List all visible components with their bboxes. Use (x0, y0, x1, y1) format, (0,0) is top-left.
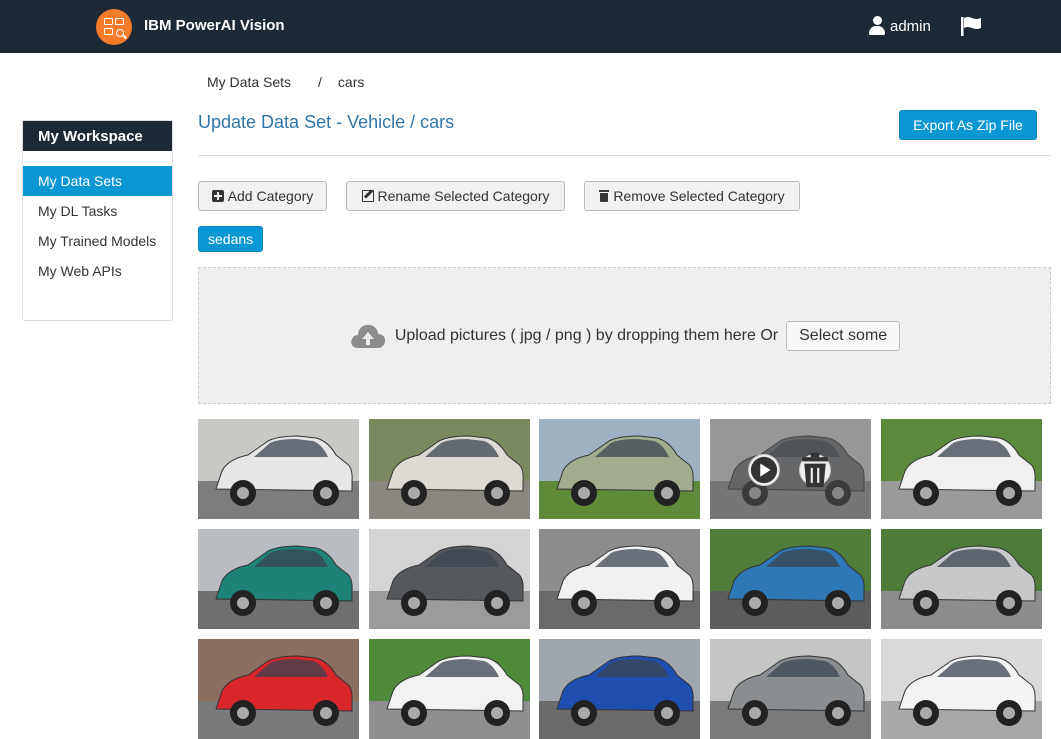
car-photo (710, 639, 871, 739)
car-photo (198, 419, 359, 519)
car-photo (881, 529, 1042, 629)
image-thumbnail[interactable] (710, 639, 871, 739)
car-photo (710, 529, 871, 629)
select-files-button[interactable]: Select some (786, 320, 901, 351)
trash-icon[interactable] (799, 452, 831, 488)
username: admin (890, 17, 931, 35)
add-category-label: Add Category (227, 188, 314, 204)
image-thumbnail[interactable] (710, 419, 871, 519)
add-category-button[interactable]: Add Category (198, 181, 327, 211)
image-thumbnail[interactable] (539, 529, 700, 629)
page-title: Update Data Set - Vehicle / cars (198, 112, 455, 132)
category-tag-sedans[interactable]: sedans (198, 226, 264, 252)
user-icon (868, 16, 886, 36)
breadcrumb: My Data Sets / cars (207, 74, 364, 90)
cloud-upload-icon (351, 324, 386, 348)
image-thumbnail[interactable] (198, 529, 359, 629)
flag-icon[interactable] (960, 16, 984, 36)
play-icon[interactable] (748, 454, 780, 486)
car-photo (369, 639, 530, 739)
powerai-logo-icon[interactable] (96, 9, 132, 45)
sidebar-item-my-data-sets[interactable]: My Data Sets (23, 166, 172, 196)
car-photo (198, 639, 359, 739)
breadcrumb-separator: / (318, 74, 322, 90)
image-thumbnail[interactable] (198, 419, 359, 519)
car-photo (369, 419, 530, 519)
sidebar: My Workspace My Data Sets My DL Tasks My… (22, 120, 173, 321)
image-thumbnail[interactable] (710, 529, 871, 629)
sidebar-title: My Workspace (23, 121, 172, 151)
car-photo (539, 639, 700, 739)
trash-icon (599, 190, 610, 202)
sidebar-list: My Data Sets My DL Tasks My Trained Mode… (23, 166, 172, 286)
sidebar-item-my-dl-tasks[interactable]: My DL Tasks (23, 196, 172, 226)
image-thumbnail[interactable] (881, 639, 1042, 739)
dropzone-text: Upload pictures ( jpg / png ) by droppin… (394, 326, 779, 344)
rename-category-button[interactable]: Rename Selected Category (346, 181, 565, 211)
app-brand[interactable]: IBM PowerAI Vision (144, 17, 285, 34)
upload-dropzone[interactable]: Upload pictures ( jpg / png ) by droppin… (198, 267, 1051, 404)
car-photo (369, 529, 530, 629)
car-photo (539, 529, 700, 629)
image-thumbnail[interactable] (369, 419, 530, 519)
remove-category-button[interactable]: Remove Selected Category (584, 181, 800, 211)
image-thumbnail[interactable] (881, 419, 1042, 519)
top-navbar: IBM PowerAI Vision admin (0, 0, 1061, 53)
export-zip-button[interactable]: Export As Zip File (899, 110, 1037, 140)
image-thumbnail[interactable] (539, 419, 700, 519)
car-photo (539, 419, 700, 519)
image-thumbnail[interactable] (881, 529, 1042, 629)
image-thumbnail[interactable] (539, 639, 700, 739)
image-thumbnail[interactable] (369, 529, 530, 629)
remove-category-label: Remove Selected Category (613, 188, 785, 204)
thumbnail-hover-overlay (710, 419, 871, 519)
user-menu[interactable]: admin (868, 16, 931, 36)
car-photo (198, 529, 359, 629)
sidebar-item-my-web-apis[interactable]: My Web APIs (23, 256, 172, 286)
edit-icon (361, 190, 374, 202)
image-thumbnail[interactable] (198, 639, 359, 739)
breadcrumb-root[interactable]: My Data Sets (207, 74, 291, 90)
sidebar-item-my-trained-models[interactable]: My Trained Models (23, 226, 172, 256)
rename-category-label: Rename Selected Category (377, 188, 550, 204)
plus-square-icon (211, 190, 224, 202)
divider (198, 155, 1051, 156)
car-photo (881, 419, 1042, 519)
breadcrumb-current: cars (337, 74, 365, 90)
car-photo (881, 639, 1042, 739)
image-thumbnail[interactable] (369, 639, 530, 739)
